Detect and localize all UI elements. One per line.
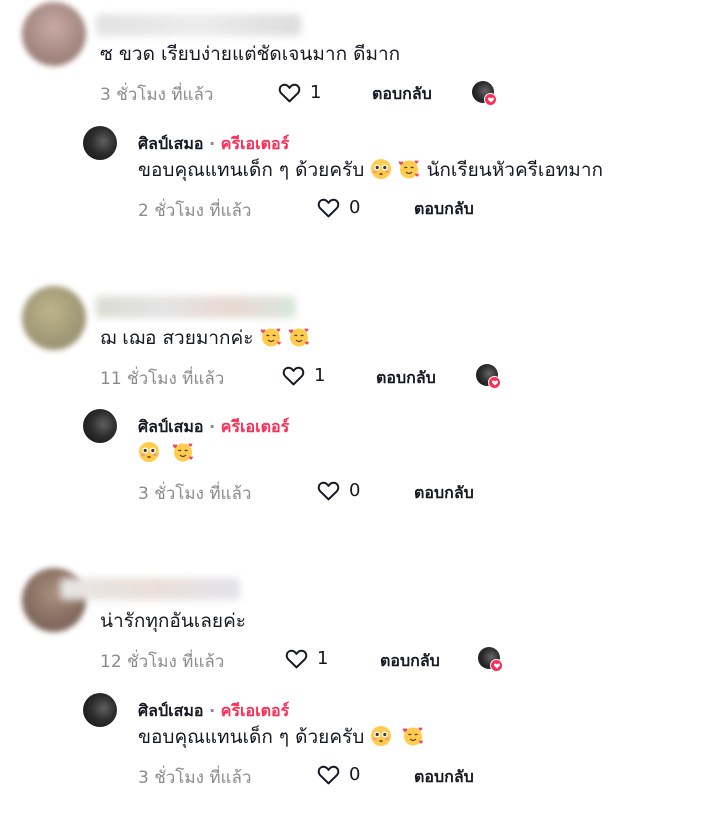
heart-badge-icon [484, 93, 497, 106]
reply-button[interactable]: ตอบกลับ [414, 197, 474, 222]
reply-button[interactable]: ตอบกลับ [414, 765, 474, 790]
separator: · [209, 417, 216, 436]
separator: · [209, 701, 216, 720]
creator-avatar[interactable] [83, 409, 117, 443]
reply-text: ขอบคุณแทนเด็ก ๆ ด้วยครับ นักเรียนหัวครีเ… [138, 158, 603, 181]
reply-time: 3 ชั่วโมง ที่แล้ว [138, 484, 252, 504]
creator-liked-indicator [472, 81, 498, 107]
reply-author-line: ศิลป์เสมอ · ครีเอเตอร์ [138, 415, 289, 440]
smiling-face-with-hearts-emoji [402, 725, 424, 747]
like-button[interactable]: 0 [316, 762, 360, 787]
like-button[interactable]: 0 [316, 195, 360, 220]
reply-button[interactable]: ตอบกลับ [376, 366, 436, 391]
like-button[interactable]: 1 [281, 363, 325, 388]
commenter-name-blurred[interactable] [96, 296, 296, 318]
heart-outline-icon[interactable] [316, 762, 341, 787]
smiling-face-with-hearts-emoji [260, 326, 282, 348]
comment-time: 3 ชั่วโมง ที่แล้ว [100, 85, 214, 105]
reply-time: 3 ชั่วโมง ที่แล้ว [138, 768, 252, 788]
flushed-face-emoji [370, 725, 392, 747]
reply-text: ขอบคุณแทนเด็ก ๆ ด้วยครับ [138, 725, 424, 749]
like-button[interactable]: 1 [284, 646, 328, 671]
smiling-face-with-hearts-emoji [172, 441, 194, 463]
like-count: 1 [310, 82, 322, 103]
creator-avatar[interactable] [83, 126, 117, 160]
heart-outline-icon[interactable] [316, 195, 341, 220]
commenter-name-blurred[interactable] [96, 14, 301, 36]
commenter-name-blurred[interactable] [60, 578, 240, 600]
reply-button[interactable]: ตอบกลับ [380, 649, 440, 674]
comment-time: 12 ชั่วโมง ที่แล้ว [100, 652, 225, 672]
like-count: 0 [349, 480, 361, 501]
flushed-face-emoji [138, 441, 160, 463]
comment-text: ซ ขวด เรียบง่ายแต่ชัดเจนมาก ดีมาก [100, 43, 401, 65]
reply-author-line: ศิลป์เสมอ · ครีเอเตอร์ [138, 132, 289, 157]
smiling-face-with-hearts-emoji [288, 326, 310, 348]
comment-time: 11 ชั่วโมง ที่แล้ว [100, 369, 225, 389]
reply-author[interactable]: ศิลป์เสมอ [138, 701, 204, 720]
creator-liked-indicator [478, 647, 504, 673]
smiling-face-with-hearts-emoji [398, 158, 420, 180]
like-button[interactable]: 0 [316, 478, 360, 503]
heart-outline-icon[interactable] [284, 646, 309, 671]
reply-button[interactable]: ตอบกลับ [372, 82, 432, 107]
heart-outline-icon[interactable] [277, 80, 302, 105]
like-count: 1 [314, 365, 326, 386]
commenter-avatar[interactable] [22, 286, 86, 350]
creator-badge: ครีเอเตอร์ [220, 134, 290, 153]
heart-outline-icon[interactable] [281, 363, 306, 388]
reply-author[interactable]: ศิลป์เสมอ [138, 134, 204, 153]
heart-badge-icon [490, 659, 503, 672]
commenter-avatar[interactable] [22, 2, 86, 66]
creator-badge: ครีเอเตอร์ [220, 701, 290, 720]
reply-author[interactable]: ศิลป์เสมอ [138, 417, 204, 436]
reply-text [138, 441, 194, 465]
like-button[interactable]: 1 [277, 80, 321, 105]
creator-avatar[interactable] [83, 693, 117, 727]
heart-badge-icon [488, 376, 501, 389]
comment-text: ฌ เฌอ สวยมากค่ะ [100, 326, 310, 350]
creator-liked-indicator [476, 364, 502, 390]
reply-time: 2 ชั่วโมง ที่แล้ว [138, 201, 252, 221]
creator-badge: ครีเอเตอร์ [220, 417, 290, 436]
heart-outline-icon[interactable] [316, 478, 341, 503]
reply-author-line: ศิลป์เสมอ · ครีเอเตอร์ [138, 699, 289, 724]
like-count: 1 [317, 648, 329, 669]
separator: · [209, 134, 216, 153]
like-count: 0 [349, 197, 361, 218]
flushed-face-emoji [370, 158, 392, 180]
comment-text: น่ารักทุกอันเลยค่ะ [100, 610, 246, 632]
reply-button[interactable]: ตอบกลับ [414, 481, 474, 506]
like-count: 0 [349, 764, 361, 785]
